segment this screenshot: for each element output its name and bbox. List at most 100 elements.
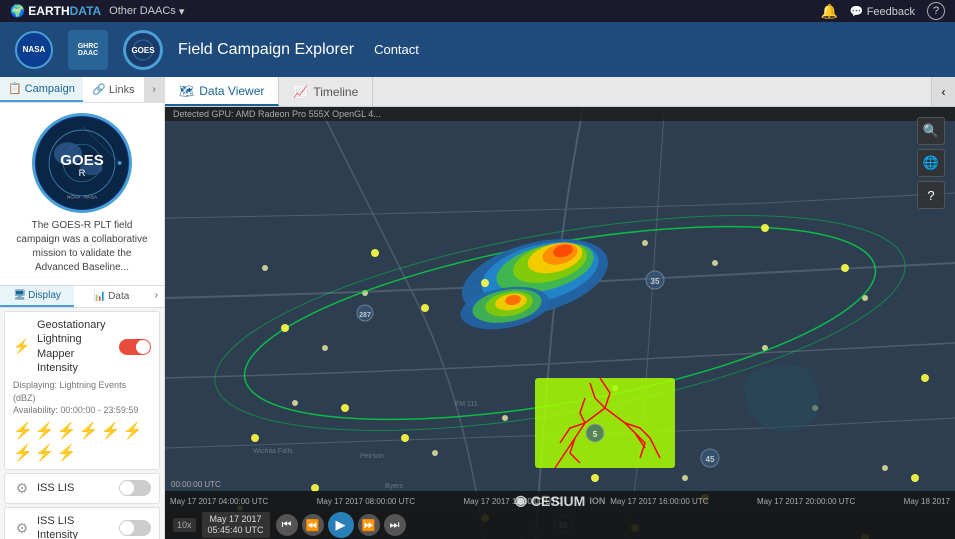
swatch-icon: ⚡ — [57, 443, 77, 463]
page-title: Field Campaign Explorer — [178, 41, 354, 59]
layer-swatches-glm: ⚡ ⚡ ⚡ ⚡ ⚡ ⚡ ⚡ ⚡ ⚡ — [13, 421, 151, 463]
date-time-badge: May 17 2017 05:45:40 UTC — [202, 512, 270, 538]
lightning-icon: ⚡ — [13, 338, 31, 355]
notification-bell-icon[interactable]: 🔔 — [820, 3, 837, 20]
map-collapse-button[interactable]: ‹ — [931, 77, 955, 106]
svg-text:35: 35 — [651, 277, 660, 286]
svg-text:NOAA · NASA: NOAA · NASA — [67, 195, 98, 200]
svg-text:Byers: Byers — [385, 483, 403, 490]
layer-item-glm: ⚡ Geostationary Lightning Mapper Intensi… — [4, 311, 160, 470]
layer-tab-bar: 🖥 Display 📊 Data › — [0, 286, 164, 308]
contact-link[interactable]: Contact — [374, 42, 419, 57]
chart-line-icon: 📈 — [293, 85, 308, 99]
tab-links[interactable]: 🔗 Links — [83, 77, 144, 102]
ghrc-logo: GHRCDAAC — [68, 30, 108, 70]
top-navigation: 🌍 EARTHDATA Other DAACs ▾ 🔔 💬 Feedback ? — [0, 0, 955, 22]
header-navigation: Contact — [374, 42, 419, 57]
gpu-detection-bar: Detected GPU: AMD Radeon Pro 555X OpenGL… — [165, 107, 955, 121]
tab-campaign[interactable]: 📋 Campaign — [0, 77, 83, 102]
layer-item-iss-lis: ⚙ ISS LIS — [4, 473, 160, 504]
skip-back-button[interactable]: ⏮ — [276, 514, 298, 536]
svg-text:GOES: GOES — [131, 46, 155, 55]
map-terrain-svg: FM 111 Peirson Byers Wichita Falls Templ… — [165, 107, 955, 539]
toggle-glm[interactable] — [119, 339, 151, 355]
tab-data-viewer[interactable]: 🗺 Data Viewer — [165, 77, 279, 106]
svg-text:FM 111: FM 111 — [455, 401, 478, 408]
play-button[interactable]: ▶ — [328, 512, 354, 538]
timeline-label-4: May 17 2017 16:00:00 UTC — [610, 497, 708, 506]
play-controls: ⏮ ⏪ ▶ ⏩ ⏭ — [276, 512, 406, 538]
app-header: NASA GHRCDAAC GOES Field Campaign Explor… — [0, 22, 955, 77]
toggle-iss-lis[interactable] — [119, 480, 151, 496]
timeline-label-1: May 17 2017 04:00:00 UTC — [170, 497, 268, 506]
svg-text:R: R — [79, 167, 86, 178]
campaign-icon: 📋 — [8, 82, 22, 95]
svg-text:Wichita Falls: Wichita Falls — [253, 448, 293, 455]
tab-display[interactable]: 🖥 Display — [0, 286, 74, 307]
toggle-iss-lis-intensity[interactable] — [119, 520, 151, 536]
svg-text:5: 5 — [593, 430, 598, 439]
layers-list: ⚡ Geostationary Lightning Mapper Intensi… — [0, 308, 164, 539]
speech-bubble-icon: 💬 — [850, 6, 864, 18]
goes-r-badge: GOES R NOAA · NASA — [32, 113, 132, 213]
skip-forward-button[interactable]: ⏭ — [384, 514, 406, 536]
tab-timeline[interactable]: 📈 Timeline — [279, 77, 373, 106]
campaign-description: The GOES-R PLT field campaign was a coll… — [10, 219, 154, 275]
swatch-icon: ⚡ — [13, 443, 33, 463]
nasa-icon: 🌍 — [10, 4, 25, 18]
earthdata-logo: 🌍 EARTHDATA — [10, 4, 101, 18]
playback-bar: 10x May 17 2017 05:45:40 UTC ⏮ ⏪ ▶ ⏩ ⏭ — [165, 511, 955, 539]
layer-name-iss-lis-intensity: ISS LIS Intensity — [37, 514, 113, 539]
map-controls: 🔍 🌐 ? — [917, 117, 945, 209]
layer-item-iss-lis-intensity: ⚙ ISS LIS Intensity — [4, 507, 160, 539]
rewind-button[interactable]: ⏪ — [302, 514, 324, 536]
fast-forward-button[interactable]: ⏩ — [358, 514, 380, 536]
cesium-logo: ◉ CESIUM ION — [515, 492, 606, 509]
help-button[interactable]: ? — [927, 2, 945, 20]
map-area: 🗺 Data Viewer 📈 Timeline ‹ Detected GPU:… — [165, 77, 955, 539]
globe-button[interactable]: 🌐 — [917, 149, 945, 177]
feedback-link[interactable]: 💬 Feedback — [850, 5, 915, 18]
sidebar-tab-bar: 📋 Campaign 🔗 Links › — [0, 77, 164, 103]
svg-text:Peirson: Peirson — [360, 453, 384, 460]
cesium-globe[interactable]: Detected GPU: AMD Radeon Pro 555X OpenGL… — [165, 107, 955, 539]
layer-name-glm: Geostationary Lightning Mapper Intensity — [37, 318, 113, 375]
speed-badge: 10x — [173, 518, 196, 533]
map-help-button[interactable]: ? — [917, 181, 945, 209]
map-tab-bar: 🗺 Data Viewer 📈 Timeline ‹ — [165, 77, 955, 107]
nasa-logo: NASA — [15, 31, 53, 69]
data-icon: 📊 — [94, 291, 106, 302]
swatch-icon: ⚡ — [35, 443, 55, 463]
display-icon: 🖥 — [13, 290, 26, 301]
sidebar: 📋 Campaign 🔗 Links › — [0, 77, 165, 539]
swatch-icon: ⚡ — [101, 421, 121, 441]
swatch-icon: ⚡ — [13, 421, 33, 441]
timeline-label-2: May 17 2017 08:00:00 UTC — [317, 497, 415, 506]
timeline-label-5: May 17 2017 20:00:00 UTC — [757, 497, 855, 506]
layer-info-glm: Displaying: Lightning Events (dBZ) Avail… — [13, 379, 151, 417]
sidebar-collapse-button[interactable]: › — [144, 77, 164, 102]
search-map-button[interactable]: 🔍 — [917, 117, 945, 145]
goes-header-logo: GOES — [123, 30, 163, 70]
svg-text:45: 45 — [706, 455, 715, 464]
tab-data[interactable]: 📊 Data — [74, 286, 148, 307]
other-daacs-dropdown[interactable]: Other DAACs ▾ — [109, 5, 184, 18]
main-layout: 📋 Campaign 🔗 Links › — [0, 77, 955, 539]
links-icon: 🔗 — [92, 83, 106, 96]
svg-text:287: 287 — [359, 312, 371, 319]
swatch-icon: ⚡ — [123, 421, 143, 441]
cesium-icon: ◉ — [515, 492, 527, 509]
swatch-icon: ⚡ — [79, 421, 99, 441]
gear-icon-2: ⚙ — [13, 520, 31, 537]
map-icon: 🗺 — [179, 84, 194, 98]
layer-tab-arrow[interactable]: › — [149, 286, 164, 307]
gear-icon: ⚙ — [13, 480, 31, 497]
chevron-down-icon: ▾ — [179, 5, 185, 18]
utc-time-label: 00:00:00 UTC — [165, 478, 227, 491]
campaign-logo-section: GOES R NOAA · NASA The GOES-R PLT field … — [0, 103, 164, 286]
swatch-icon: ⚡ — [35, 421, 55, 441]
swatch-icon: ⚡ — [57, 421, 77, 441]
map-container[interactable]: Detected GPU: AMD Radeon Pro 555X OpenGL… — [165, 107, 955, 539]
timeline-label-6: May 18 2017 — [904, 497, 950, 506]
layer-name-iss-lis: ISS LIS — [37, 481, 113, 495]
